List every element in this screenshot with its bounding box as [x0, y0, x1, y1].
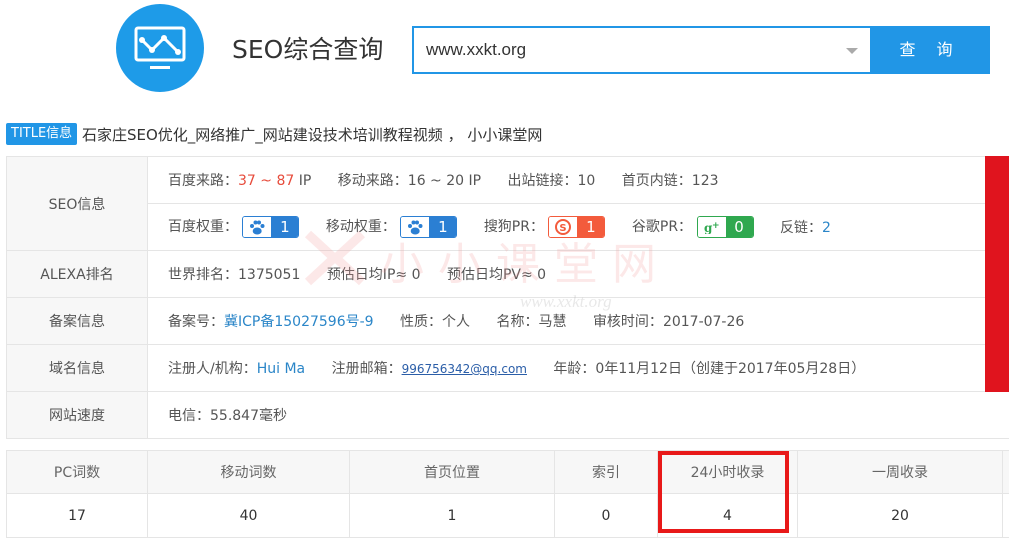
icp-nature: 性质：个人 [400, 314, 471, 330]
stats-value-row: 17 40 1 0 4 20 [6, 493, 1009, 538]
search-button[interactable]: 查 询 [870, 26, 990, 74]
stats-header-mobile-words: 移动词数 [147, 450, 350, 494]
daily-ip: 预估日均IP≈ 0 [326, 267, 421, 283]
title-badge: TITLE信息 [6, 123, 78, 145]
alexa-row: 世界排名：1375051 预估日均IP≈ 0 预估日均PV≈ 0 [147, 250, 1009, 298]
baidu-weight-badge[interactable]: 1 [242, 216, 300, 238]
icp-label: 备案信息 [6, 297, 148, 345]
sogou-pr-badge[interactable]: S 1 [548, 216, 606, 238]
mobile-weight-badge[interactable]: 1 [400, 216, 458, 238]
baidu-weight: 百度权重： 1 [168, 216, 300, 238]
speed-label: 网站速度 [6, 391, 148, 439]
stats-header-home-position: 首页位置 [349, 450, 555, 494]
stats-header-index: 索引 [554, 450, 658, 494]
stats-value-pc-words: 17 [6, 493, 148, 538]
registrant: 注册人/机构：Hui Ma [168, 361, 306, 377]
search-bar: 查 询 [412, 26, 990, 74]
stats-value-week-indexed: 20 [797, 493, 1003, 538]
seo-info-row2: 百度权重： 1 移动权重： 1 搜狗PR： S 1 谷歌PR： g + 0 反链… [147, 203, 1009, 251]
seo-info-table: SEO信息 百度来路：37 ~ 87 IP 移动来路：16 ~ 20 IP 出站… [6, 156, 1009, 439]
stats-table: PC词数 移动词数 首页位置 索引 24小时收录 一周收录 17 40 1 0 … [6, 450, 1009, 538]
seo-info-label: SEO信息 [6, 156, 148, 251]
stats-value-mobile-words: 40 [147, 493, 350, 538]
registrant-email: 注册邮箱：996756342@qq.com [331, 361, 527, 377]
google-plus-icon: g + [697, 217, 726, 237]
search-input[interactable] [412, 26, 872, 74]
email-link[interactable]: 996756342@qq.com [402, 362, 527, 376]
baidu-source: 百度来路：37 ~ 87 IP [168, 173, 312, 189]
icp-row: 备案号：冀ICP备15027596号-9 性质：个人 名称：马慧 审核时间：20… [147, 297, 1009, 345]
page-title-text: 石家庄SEO优化_网络推广_网站建设技术培训教程视频 ， 小小课堂网 [82, 126, 543, 144]
google-pr-badge[interactable]: g + 0 [696, 216, 754, 238]
domain-row: 注册人/机构：Hui Ma 注册邮箱：996756342@qq.com 年龄：0… [147, 344, 1009, 392]
speed-value: 电信：55.847毫秒 [147, 391, 1009, 439]
stats-value-home-position: 1 [349, 493, 555, 538]
registrant-link[interactable]: Hui Ma [257, 361, 305, 377]
monitor-chart-icon [134, 26, 186, 69]
stats-value-index: 0 [554, 493, 658, 538]
brand-title: SEO综合查询 [232, 35, 384, 64]
side-ad-banner[interactable] [985, 156, 1009, 392]
icp-number-link[interactable]: 冀ICP备15027596号-9 [224, 314, 374, 330]
mobile-source: 移动来路：16 ~ 20 IP [337, 173, 482, 189]
home-internal-links: 首页内链：123 [621, 173, 719, 189]
stats-header-week-indexed: 一周收录 [797, 450, 1003, 494]
stats-header-row: PC词数 移动词数 首页位置 索引 24小时收录 一周收录 [6, 450, 1009, 494]
stats-header-24h-indexed: 24小时收录 [657, 450, 798, 494]
stats-value-24h-indexed: 4 [657, 493, 798, 538]
svg-text:+: + [712, 221, 720, 231]
mobile-weight: 移动权重： 1 [326, 216, 458, 238]
google-pr: 谷歌PR： g + 0 [632, 216, 754, 238]
svg-text:S: S [560, 223, 567, 234]
paw-icon [401, 217, 430, 237]
seo-info-row1: 百度来路：37 ~ 87 IP 移动来路：16 ~ 20 IP 出站链接：10 … [147, 156, 1009, 204]
stats-header-pc-words: PC词数 [6, 450, 148, 494]
sogou-icon: S [549, 217, 578, 237]
daily-pv: 预估日均PV≈ 0 [446, 267, 547, 283]
icp-review-time: 审核时间：2017-07-26 [592, 314, 745, 330]
chevron-down-icon[interactable] [846, 48, 858, 54]
sogou-pr: 搜狗PR： S 1 [484, 216, 606, 238]
domain-age: 年龄：0年11月12日（创建于2017年05月28日） [553, 361, 866, 377]
paw-icon [243, 217, 272, 237]
icp-name: 名称：马慧 [496, 314, 567, 330]
domain-label: 域名信息 [6, 344, 148, 392]
outbound-links: 出站链接：10 [507, 173, 596, 189]
alexa-label: ALEXA排名 [6, 250, 148, 298]
icp-number: 备案号：冀ICP备15027596号-9 [168, 314, 374, 330]
site-logo [116, 4, 204, 92]
backlinks: 反链：2 [779, 220, 831, 236]
backlinks-link[interactable]: 2 [822, 220, 831, 236]
world-rank: 世界排名：1375051 [168, 267, 301, 283]
